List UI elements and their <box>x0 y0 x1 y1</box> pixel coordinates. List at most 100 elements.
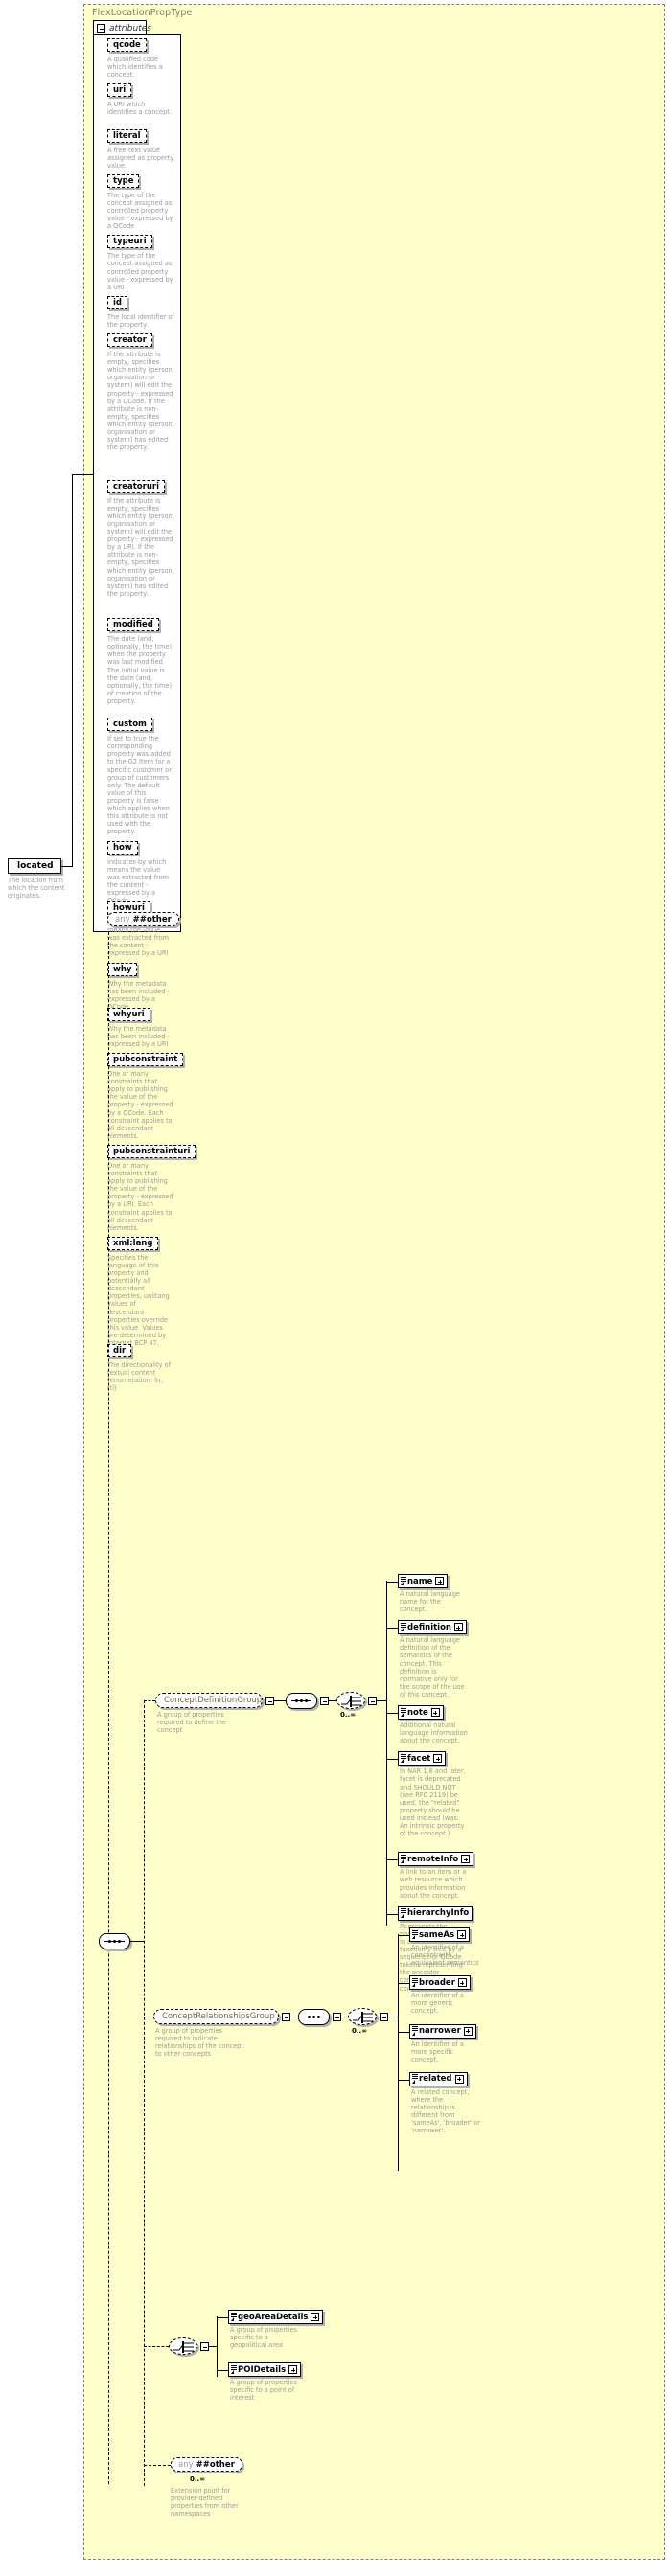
element-expand-icon[interactable] <box>455 2075 464 2084</box>
cdg-sequence-expand-icon[interactable] <box>320 1697 329 1705</box>
element-expand-icon[interactable] <box>433 1754 442 1763</box>
attribute-whyuri[interactable]: whyuri <box>107 1008 150 1021</box>
group-conceptrelationshipsgroup-label: ConceptRelationshipsGroup <box>162 2012 275 2021</box>
element-remoteInfo[interactable]: remoteInfo <box>398 1852 473 1866</box>
element-corner-icon <box>401 1628 404 1631</box>
attribute-description: The type of the concept assigned as cont… <box>107 192 174 230</box>
element-expand-icon[interactable] <box>461 1855 470 1863</box>
element-description: A natural language definition of the sem… <box>400 1636 469 1698</box>
element-expand-icon[interactable] <box>311 2313 319 2321</box>
attribute-description: A URI which identifies a concept. <box>107 101 174 116</box>
details-choice-compositor[interactable] <box>169 2337 197 2355</box>
attributes-tab[interactable]: attributes <box>93 20 147 35</box>
element-description: A related concept, where the relationshi… <box>411 2088 480 2135</box>
group-conceptdefinitiongroup[interactable]: ConceptDefinitionGroup <box>155 1693 263 1708</box>
element-sameAs[interactable]: sameAs <box>409 1927 470 1942</box>
crg-sequence-expand-icon[interactable] <box>333 2013 341 2021</box>
element-name[interactable]: name <box>398 1574 448 1588</box>
attribute-pubconstraint[interactable]: pubconstraint <box>107 1053 183 1066</box>
connector-to-element <box>386 1582 398 1583</box>
attribute-description: Why the metadata has been included - exp… <box>107 1025 174 1048</box>
element-expand-icon[interactable] <box>435 1577 444 1585</box>
attribute-creator[interactable]: creator <box>107 333 152 347</box>
any-other-extension[interactable]: any ##other <box>171 2457 242 2472</box>
attribute-why[interactable]: why <box>107 963 137 976</box>
attribute-description: If the attribute is empty, specifies whi… <box>107 497 174 598</box>
attribute-qcode[interactable]: qcode <box>107 38 147 52</box>
crg-choice-expand-icon[interactable] <box>380 2013 388 2021</box>
element-facet[interactable]: facet <box>398 1751 446 1766</box>
element-expand-icon[interactable] <box>431 1708 440 1717</box>
element-name: POIDetails <box>238 2365 286 2375</box>
cdg-sequence-compositor[interactable] <box>286 1693 317 1709</box>
element-expand-icon[interactable] <box>458 1978 467 1987</box>
attributes-collapse-icon[interactable] <box>97 24 105 33</box>
details-choice-expand-icon[interactable] <box>200 2342 209 2351</box>
any-other-attribute[interactable]: any ##other <box>107 912 179 926</box>
element-related[interactable]: related <box>409 2072 468 2086</box>
crg-choice-compositor[interactable] <box>348 2008 377 2025</box>
connector-cdg-to-seq <box>274 1700 286 1701</box>
attribute-description: The date (and, optionally, the time) whe… <box>107 635 174 705</box>
attribute-literal[interactable]: literal <box>107 129 147 143</box>
element-name: geoAreaDetails <box>238 2313 308 2322</box>
attribute-uri[interactable]: uri <box>107 83 131 97</box>
element-note[interactable]: note <box>398 1705 444 1720</box>
element-geoAreaDetails[interactable]: geoAreaDetails <box>228 2310 323 2324</box>
element-hierarchyInfo[interactable]: hierarchyInfo <box>398 1906 473 1921</box>
attribute-name: how <box>113 843 132 853</box>
attribute-name: why <box>113 965 131 974</box>
crg-sequence-compositor[interactable] <box>298 2009 330 2025</box>
main-sequence-compositor[interactable] <box>99 1933 130 1949</box>
attribute-id[interactable]: id <box>107 296 127 309</box>
element-description: An identifier of a concept with equivale… <box>411 1944 480 1967</box>
documentation-icon <box>412 1930 418 1935</box>
element-name: sameAs <box>419 1930 454 1940</box>
attribute-name: literal <box>113 131 141 141</box>
element-name: related <box>419 2074 452 2084</box>
attribute-xml-lang[interactable]: xml:lang <box>107 1237 158 1250</box>
root-element-located[interactable]: located <box>8 858 61 874</box>
attribute-description: The local identifier of the property. <box>107 313 174 329</box>
element-broader[interactable]: broader <box>409 1975 471 1990</box>
element-name: remoteInfo <box>407 1855 458 1864</box>
element-name: name <box>407 1577 432 1586</box>
attribute-description: The directionality of textual content (e… <box>107 1361 174 1392</box>
group-conceptrelationshipsgroup-expand-icon[interactable] <box>282 2013 290 2021</box>
attribute-how[interactable]: how <box>107 841 138 855</box>
schema-diagram-canvas: FlexLocationPropType attributes qcodeA q… <box>0 0 669 2576</box>
connector-to-cdg <box>144 1700 155 1701</box>
connector-to-element <box>398 1935 409 1936</box>
element-POIDetails[interactable]: POIDetails <box>228 2362 301 2377</box>
attribute-typeuri[interactable]: typeuri <box>107 235 152 248</box>
cdg-choice-expand-icon[interactable] <box>368 1697 377 1705</box>
attribute-type[interactable]: type <box>107 174 139 188</box>
element-expand-icon[interactable] <box>288 2365 297 2374</box>
element-definition[interactable]: definition <box>398 1620 467 1634</box>
documentation-icon <box>412 1978 418 1983</box>
documentation-icon <box>231 2365 237 2370</box>
group-conceptdefinitiongroup-label: ConceptDefinitionGroup <box>164 1696 262 1705</box>
connector-cdgseq-to-choice <box>329 1700 336 1701</box>
group-conceptrelationshipsgroup[interactable]: ConceptRelationshipsGroup <box>153 2009 279 2024</box>
attribute-name: modified <box>113 620 153 629</box>
element-expand-icon[interactable] <box>464 2027 473 2036</box>
attribute-pubconstrainturi[interactable]: pubconstrainturi <box>107 1145 196 1158</box>
attribute-modified[interactable]: modified <box>107 618 159 631</box>
element-corner-icon <box>231 2317 234 2321</box>
element-expand-icon[interactable] <box>454 1623 463 1631</box>
attribute-name: pubconstrainturi <box>113 1147 190 1156</box>
attribute-name: pubconstraint <box>113 1055 177 1064</box>
attribute-creatoruri[interactable]: creatoruri <box>107 480 165 493</box>
any-namespace-label: ##other <box>133 915 172 924</box>
any-keyword-label: any <box>115 915 130 924</box>
element-description: A group of properties specific to a geop… <box>230 2326 305 2349</box>
attribute-dir[interactable]: dir <box>107 1344 131 1357</box>
cdg-choice-compositor[interactable] <box>336 1692 365 1709</box>
attribute-custom[interactable]: custom <box>107 718 152 731</box>
root-element-name: located <box>17 861 54 871</box>
element-description: A group of properties specific to a poin… <box>230 2379 305 2402</box>
element-expand-icon[interactable] <box>457 1930 466 1939</box>
group-conceptdefinitiongroup-expand-icon[interactable] <box>265 1697 274 1705</box>
element-narrower[interactable]: narrower <box>409 2024 476 2039</box>
